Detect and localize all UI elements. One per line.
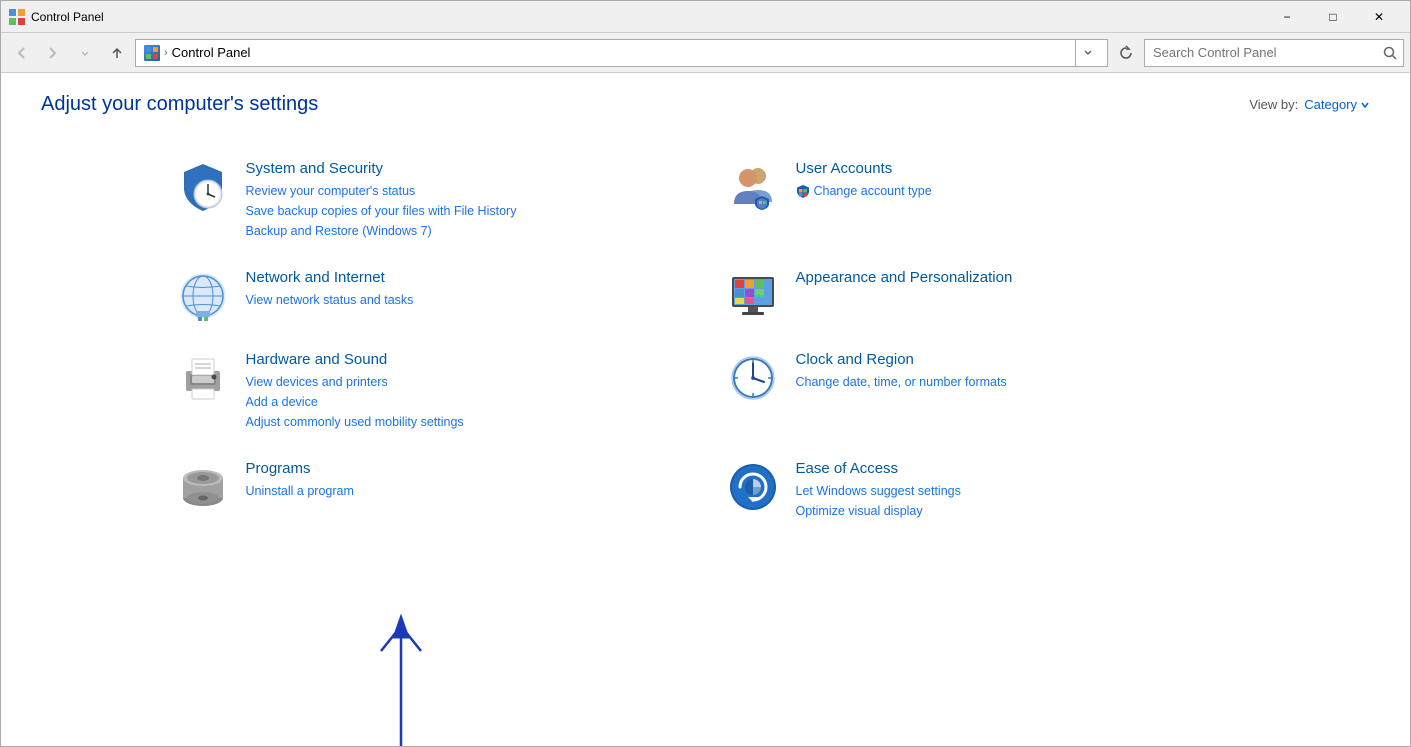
ease-of-access-icon <box>726 460 780 514</box>
up-button[interactable] <box>103 39 131 67</box>
main-content: Adjust your computer's settings View by:… <box>1 73 1410 746</box>
minimize-button[interactable]: − <box>1264 1 1310 33</box>
category-ease-of-access: Ease of Access Let Windows suggest setti… <box>706 446 1256 535</box>
address-path-bar[interactable]: › Control Panel <box>135 39 1108 67</box>
network-icon <box>176 269 230 323</box>
link-date-time[interactable]: Change date, time, or number formats <box>796 372 1236 392</box>
categories-grid: System and Security Review your computer… <box>156 146 1256 535</box>
category-programs: Programs Uninstall a program <box>156 446 706 535</box>
path-icon <box>144 45 160 61</box>
maximize-button[interactable]: □ <box>1310 1 1356 33</box>
link-uninstall[interactable]: Uninstall a program <box>246 481 686 501</box>
page-header: Adjust your computer's settings View by:… <box>41 93 1370 116</box>
category-system-security: System and Security Review your computer… <box>156 146 706 255</box>
annotation-arrow <box>301 536 501 746</box>
clock-icon <box>726 351 780 405</box>
system-security-icon <box>176 160 230 214</box>
link-change-account[interactable]: Change account type <box>814 181 932 201</box>
link-file-history[interactable]: Save backup copies of your files with Fi… <box>246 201 686 221</box>
recent-locations-button[interactable] <box>71 39 99 67</box>
hardware-title[interactable]: Hardware and Sound <box>246 351 686 368</box>
appearance-title[interactable]: Appearance and Personalization <box>796 269 1236 286</box>
network-title[interactable]: Network and Internet <box>246 269 686 286</box>
window-title: Control Panel <box>31 10 1264 24</box>
category-network: Network and Internet View network status… <box>156 255 706 337</box>
search-box <box>1144 39 1404 67</box>
link-devices-printers[interactable]: View devices and printers <box>246 372 686 392</box>
appearance-icon <box>726 269 780 323</box>
ease-of-access-content: Ease of Access Let Windows suggest setti… <box>796 460 1236 521</box>
link-add-device[interactable]: Add a device <box>246 392 686 412</box>
view-by-value-text: Category <box>1304 97 1357 112</box>
view-by-dropdown[interactable]: Category <box>1304 97 1370 112</box>
view-by-control: View by: Category <box>1249 97 1370 112</box>
path-text: Control Panel <box>172 45 251 60</box>
close-button[interactable]: ✕ <box>1356 1 1402 33</box>
hardware-content: Hardware and Sound View devices and prin… <box>246 351 686 432</box>
title-bar: Control Panel − □ ✕ <box>1 1 1410 33</box>
address-dropdown-button[interactable] <box>1075 39 1099 67</box>
network-content: Network and Internet View network status… <box>246 269 686 310</box>
programs-title[interactable]: Programs <box>246 460 686 477</box>
address-bar: › Control Panel <box>1 33 1410 73</box>
search-button[interactable] <box>1377 40 1403 66</box>
link-network-status[interactable]: View network status and tasks <box>246 290 686 310</box>
link-mobility-settings[interactable]: Adjust commonly used mobility settings <box>246 412 686 432</box>
user-accounts-title[interactable]: User Accounts <box>796 160 1236 177</box>
view-by-label: View by: <box>1249 97 1298 112</box>
category-user-accounts: User Accounts Change account type <box>706 146 1256 255</box>
category-appearance: Appearance and Personalization <box>706 255 1256 337</box>
control-panel-window: Control Panel − □ ✕ <box>0 0 1411 747</box>
appearance-content: Appearance and Personalization <box>796 269 1236 290</box>
user-accounts-icon <box>726 160 780 214</box>
path-chevron: › <box>164 47 168 59</box>
back-button[interactable] <box>7 39 35 67</box>
system-security-title[interactable]: System and Security <box>246 160 686 177</box>
refresh-button[interactable] <box>1112 39 1140 67</box>
user-accounts-content: User Accounts Change account type <box>796 160 1236 201</box>
window-controls: − □ ✕ <box>1264 1 1402 33</box>
category-hardware: Hardware and Sound View devices and prin… <box>156 337 706 446</box>
programs-content: Programs Uninstall a program <box>246 460 686 501</box>
forward-button[interactable] <box>39 39 67 67</box>
system-security-content: System and Security Review your computer… <box>246 160 686 241</box>
link-suggest-settings[interactable]: Let Windows suggest settings <box>796 481 1236 501</box>
shield-badge-icon <box>796 184 810 198</box>
link-visual-display[interactable]: Optimize visual display <box>796 501 1236 521</box>
programs-icon <box>176 460 230 514</box>
window-icon <box>9 9 25 25</box>
clock-title[interactable]: Clock and Region <box>796 351 1236 368</box>
ease-of-access-title[interactable]: Ease of Access <box>796 460 1236 477</box>
hardware-icon <box>176 351 230 405</box>
link-backup-restore[interactable]: Backup and Restore (Windows 7) <box>246 221 686 241</box>
category-clock: Clock and Region Change date, time, or n… <box>706 337 1256 446</box>
categories-wrapper: System and Security Review your computer… <box>41 146 1370 535</box>
link-review-status[interactable]: Review your computer's status <box>246 181 686 201</box>
page-title: Adjust your computer's settings <box>41 93 318 116</box>
search-input[interactable] <box>1145 40 1377 66</box>
clock-content: Clock and Region Change date, time, or n… <box>796 351 1236 392</box>
